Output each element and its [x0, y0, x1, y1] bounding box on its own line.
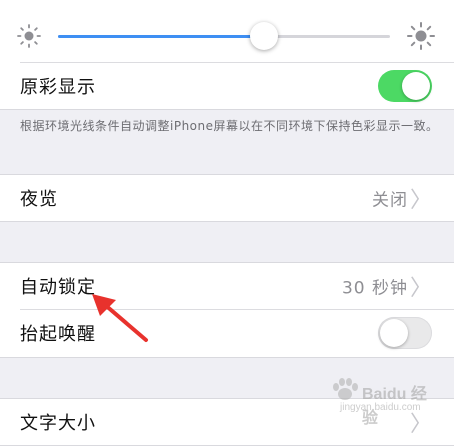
baidu-watermark: Baidu 经验 jingyan.baidu.com: [330, 378, 440, 427]
brightness-low-icon: [17, 24, 41, 48]
raise-to-wake-label: 抬起唤醒: [20, 324, 96, 345]
paw-logo-icon: [333, 378, 358, 400]
brightness-slider-track[interactable]: [58, 35, 390, 38]
true-tone-toggle[interactable]: [378, 70, 432, 102]
annotation-arrow-icon: [92, 294, 148, 342]
toggle-thumb: [402, 72, 430, 100]
raise-to-wake-row: 抬起唤醒: [0, 310, 454, 356]
true-tone-footnote: 根据环境光线条件自动调整iPhone屏幕以在不同环境下保持色彩显示一致。: [20, 119, 439, 133]
auto-lock-label: 自动锁定: [20, 277, 96, 298]
brightness-slider-fill: [58, 35, 264, 38]
brightness-group: 原彩显示: [0, 0, 454, 110]
auto-lock-row[interactable]: 自动锁定 30 秒钟 〉: [0, 263, 454, 309]
chevron-right-icon: 〉: [409, 188, 432, 213]
true-tone-label: 原彩显示: [20, 77, 96, 98]
raise-to-wake-toggle[interactable]: [378, 317, 432, 349]
brightness-high-icon: [407, 22, 435, 50]
brightness-slider-knob[interactable]: [249, 22, 278, 50]
true-tone-row: 原彩显示: [0, 63, 454, 109]
text-size-label: 文字大小: [20, 413, 96, 434]
night-shift-row[interactable]: 夜览 关闭 〉: [0, 175, 454, 221]
toggle-thumb: [380, 319, 408, 347]
lock-group: 自动锁定 30 秒钟 〉 抬起唤醒: [0, 262, 454, 358]
watermark-url: jingyan.baidu.com: [340, 402, 421, 413]
display-brightness-settings: 原彩显示 根据环境光线条件自动调整iPhone屏幕以在不同环境下保持色彩显示一致…: [0, 0, 454, 446]
night-shift-value: 关闭: [372, 190, 408, 211]
night-shift-label: 夜览: [20, 189, 58, 210]
auto-lock-value: 30 秒钟: [341, 278, 408, 299]
chevron-right-icon: 〉: [409, 276, 432, 301]
night-shift-group: 夜览 关闭 〉: [0, 174, 454, 222]
